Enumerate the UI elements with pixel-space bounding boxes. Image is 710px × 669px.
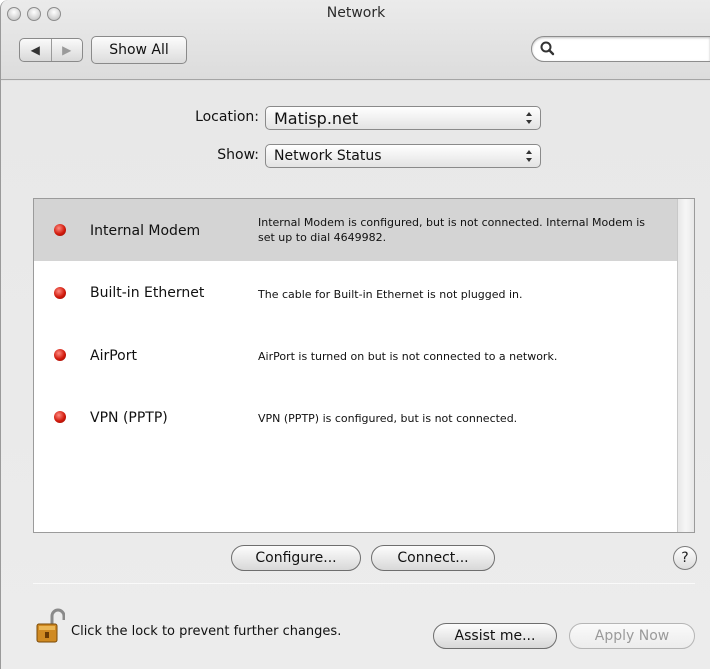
back-forward-control: ◀ ▶ bbox=[19, 38, 83, 62]
popup-arrows-icon bbox=[518, 145, 540, 167]
location-value: Matisp.net bbox=[274, 108, 359, 128]
title-bar: Network bbox=[1, 0, 710, 26]
lock-message: Click the lock to prevent further change… bbox=[71, 624, 342, 639]
row-service-name: Built-in Ethernet bbox=[90, 285, 205, 301]
status-row-built-in-ethernet[interactable]: Built-in Ethernet The cable for Built-in… bbox=[34, 261, 678, 323]
show-value: Network Status bbox=[274, 148, 382, 164]
row-status-description: AirPort is turned on but is not connecte… bbox=[258, 350, 558, 363]
padlock-open-icon[interactable] bbox=[35, 608, 65, 644]
status-row-internal-modem[interactable]: Internal Modem Internal Modem is configu… bbox=[34, 199, 678, 261]
row-service-name: VPN (PPTP) bbox=[90, 410, 168, 426]
network-preferences-window: Network ◀ ▶ Show All Location: Matisp.ne… bbox=[0, 0, 710, 669]
location-label: Location: bbox=[195, 109, 259, 125]
configure-button[interactable]: Configure... bbox=[231, 545, 361, 571]
status-red-dot-icon bbox=[54, 349, 66, 361]
row-service-name: AirPort bbox=[90, 348, 137, 364]
row-service-name: Internal Modem bbox=[90, 223, 201, 239]
magnifier-icon bbox=[540, 41, 555, 56]
show-label: Show: bbox=[217, 147, 259, 163]
row-status-description: VPN (PPTP) is configured, but is not con… bbox=[258, 412, 518, 425]
status-red-dot-icon bbox=[54, 287, 66, 299]
network-status-list: Internal Modem Internal Modem is configu… bbox=[33, 198, 695, 533]
location-popup[interactable]: Matisp.net bbox=[265, 106, 541, 130]
row-status-description: Internal Modem is configured, but is not… bbox=[258, 216, 646, 244]
apply-now-button[interactable]: Apply Now bbox=[569, 623, 695, 649]
connect-button[interactable]: Connect... bbox=[371, 545, 495, 571]
back-arrow-icon[interactable]: ◀ bbox=[20, 39, 52, 61]
toolbar: ◀ ▶ Show All bbox=[1, 26, 710, 80]
status-red-dot-icon bbox=[54, 411, 66, 423]
show-all-button[interactable]: Show All bbox=[91, 36, 187, 64]
forward-arrow-icon[interactable]: ▶ bbox=[52, 39, 83, 61]
show-popup[interactable]: Network Status bbox=[265, 144, 541, 168]
assist-me-button[interactable]: Assist me... bbox=[433, 623, 557, 649]
row-status-description: The cable for Built-in Ethernet is not p… bbox=[258, 288, 523, 301]
status-row-vpn-pptp[interactable]: VPN (PPTP) VPN (PPTP) is configured, but… bbox=[34, 385, 678, 447]
toolbar-divider bbox=[1, 79, 710, 80]
window-title: Network bbox=[326, 5, 386, 21]
list-scrollbar[interactable] bbox=[677, 199, 694, 532]
help-button[interactable]: ? bbox=[673, 546, 697, 570]
popup-arrows-icon bbox=[518, 107, 540, 129]
search-field[interactable] bbox=[531, 36, 710, 62]
bottom-divider bbox=[33, 583, 695, 584]
status-red-dot-icon bbox=[54, 224, 66, 236]
status-row-airport[interactable]: AirPort AirPort is turned on but is not … bbox=[34, 323, 678, 385]
